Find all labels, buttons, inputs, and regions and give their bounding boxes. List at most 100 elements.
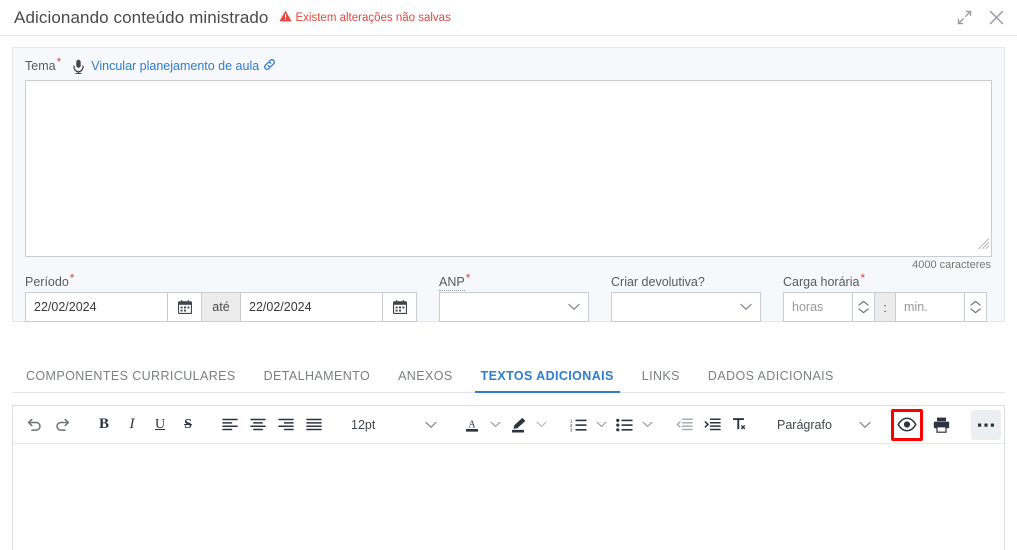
carga-horaria-hours-input[interactable]: horas (783, 292, 853, 322)
periodo-label: Período* (25, 271, 75, 289)
more-options-icon[interactable] (971, 409, 1001, 440)
anp-label: ANP* (439, 271, 471, 291)
text-style-group: B I U S (83, 406, 209, 444)
carga-horaria-minutes-input[interactable]: min. (895, 292, 965, 322)
tab-componentes-curriculares[interactable]: COMPONENTES CURRICULARES (12, 369, 250, 392)
chevron-down-icon[interactable] (532, 411, 550, 439)
align-justify-icon[interactable] (300, 411, 328, 439)
tab-anexos[interactable]: ANEXOS (384, 369, 467, 392)
devolutiva-label: Criar devolutiva? (611, 275, 705, 289)
resize-grip-icon[interactable] (977, 237, 990, 255)
italic-icon[interactable]: I (118, 411, 146, 439)
highlight-pen-icon[interactable] (504, 411, 532, 439)
tema-label-row: Tema* Vincular planejamento de aula (13, 48, 1004, 78)
form-panel: Tema* Vincular planejamento de aula 4000… (12, 47, 1005, 322)
chevron-down-icon (740, 298, 752, 316)
periodo-end-calendar-icon[interactable] (383, 292, 417, 322)
required-mark: * (56, 55, 62, 69)
header-actions (957, 9, 1005, 26)
periodo-separator-label: até (202, 292, 240, 322)
rich-text-editor: B I U S 12pt A 1 2 3 Parágrafo (12, 405, 1005, 550)
text-color-icon[interactable]: A (458, 411, 486, 439)
devolutiva-field: Criar devolutiva? (611, 275, 761, 322)
tema-char-counter: 4000 caracteres (912, 259, 991, 271)
chevron-down-icon (970, 308, 981, 314)
anp-field: ANP* (439, 271, 589, 322)
required-mark: * (860, 271, 866, 285)
underline-icon[interactable]: U (146, 411, 174, 439)
chevron-down-icon[interactable] (638, 411, 656, 439)
tab-textos-adicionais[interactable]: TEXTOS ADICIONAIS (467, 369, 628, 393)
chevron-down-icon (425, 418, 437, 432)
tema-textarea[interactable] (25, 80, 992, 257)
devolutiva-select[interactable] (611, 292, 761, 322)
indent-group (663, 406, 761, 444)
chevron-down-icon (859, 418, 871, 432)
print-icon[interactable] (927, 411, 955, 439)
align-left-icon[interactable] (216, 411, 244, 439)
carga-horaria-hours-stepper[interactable] (853, 292, 875, 322)
form-fields-row: Período* 22/02/2024 até 22/02/2024 ANP* (13, 271, 1004, 322)
periodo-start-calendar-icon[interactable] (168, 292, 202, 322)
anp-select[interactable] (439, 292, 589, 322)
preview-print-group (885, 406, 961, 444)
undo-icon[interactable] (20, 411, 48, 439)
clear-formatting-icon[interactable] (726, 411, 754, 439)
periodo-field: Período* 22/02/2024 até 22/02/2024 (25, 271, 417, 322)
outdent-icon[interactable] (670, 411, 698, 439)
tab-links[interactable]: LINKS (628, 369, 694, 392)
tab-detalhamento[interactable]: DETALHAMENTO (250, 369, 384, 392)
align-center-icon[interactable] (244, 411, 272, 439)
carga-horaria-controls: horas : min. (783, 292, 987, 322)
chevron-down-icon (568, 298, 580, 316)
font-size-value: 12pt (351, 417, 376, 432)
eye-preview-icon[interactable] (894, 411, 920, 439)
periodo-controls: 22/02/2024 até 22/02/2024 (25, 292, 417, 322)
block-format-group: Parágrafo (761, 406, 885, 444)
more-group (961, 406, 1011, 444)
chevron-up-icon (970, 300, 981, 306)
editor-content-area[interactable] (13, 444, 1004, 550)
bold-icon[interactable]: B (90, 411, 118, 439)
color-group: A (451, 406, 557, 444)
preview-highlight-box (891, 408, 923, 441)
block-format-value: Parágrafo (777, 417, 832, 432)
dialog-header: Adicionando conteúdo ministrado Existem … (0, 0, 1017, 36)
vincular-planejamento-link[interactable]: Vincular planejamento de aula (91, 58, 276, 74)
chevron-up-icon (858, 300, 869, 306)
tab-dados-adicionais[interactable]: DADOS ADICIONAIS (694, 369, 848, 392)
chevron-down-icon[interactable] (592, 411, 610, 439)
carga-horaria-hours-placeholder: horas (792, 300, 824, 314)
chevron-down-icon[interactable] (486, 411, 504, 439)
numbered-list-icon[interactable]: 123 (564, 411, 592, 439)
font-size-select[interactable]: 12pt (343, 410, 443, 440)
redo-icon[interactable] (48, 411, 76, 439)
alignment-group (209, 406, 335, 444)
page-title: Adicionando conteúdo ministrado (14, 7, 269, 27)
strikethrough-icon[interactable]: S (174, 411, 202, 439)
align-right-icon[interactable] (272, 411, 300, 439)
unsaved-changes-badge: Existem alterações não salvas (278, 10, 451, 25)
svg-text:3: 3 (570, 427, 573, 431)
required-mark: * (69, 271, 75, 285)
chain-link-icon (263, 58, 276, 74)
tema-label: Tema* (25, 55, 62, 73)
periodo-start-input[interactable]: 22/02/2024 (25, 292, 168, 322)
expand-diagonal-icon[interactable] (957, 10, 972, 25)
svg-text:A: A (468, 419, 476, 430)
carga-horaria-label: Carga horária* (783, 271, 866, 289)
carga-horaria-minutes-placeholder: min. (904, 300, 928, 314)
chevron-down-icon (858, 308, 869, 314)
indent-icon[interactable] (698, 411, 726, 439)
close-x-icon[interactable] (988, 9, 1005, 26)
periodo-end-input[interactable]: 22/02/2024 (240, 292, 383, 322)
required-mark: * (465, 271, 471, 285)
carga-horaria-minutes-stepper[interactable] (965, 292, 987, 322)
editor-toolbar: B I U S 12pt A 1 2 3 Parágrafo (13, 406, 1004, 444)
carga-horaria-field: Carga horária* horas : min. (783, 271, 987, 322)
content-dialog: Adicionando conteúdo ministrado Existem … (0, 0, 1017, 550)
block-format-select[interactable]: Parágrafo (769, 410, 877, 440)
unsaved-changes-text: Existem alterações não salvas (295, 11, 451, 24)
microphone-icon[interactable] (72, 59, 85, 74)
bulleted-list-icon[interactable] (610, 411, 638, 439)
